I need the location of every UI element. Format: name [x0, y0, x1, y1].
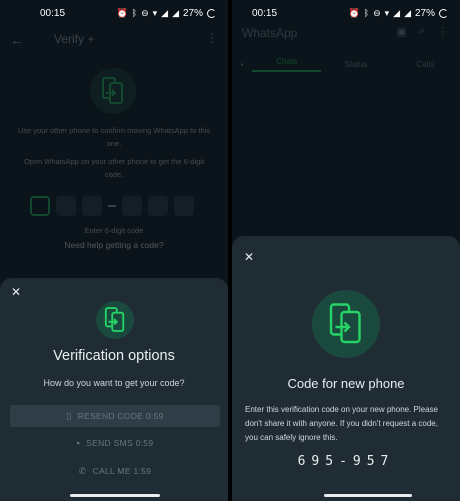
help-link[interactable]: Need help getting a code? — [14, 239, 214, 252]
verification-code: 695-957 — [297, 454, 395, 469]
bluetooth-icon: ᛒ — [363, 7, 370, 18]
sheet-title: Code for new phone — [287, 376, 405, 391]
tab-bar: ▪ Chats Status Calls — [232, 52, 460, 76]
camera-icon[interactable]: ▣ — [396, 25, 406, 38]
dnd-icon: ⊖ — [141, 7, 149, 18]
signal-icon: ◢ — [404, 7, 411, 18]
more-options-icon[interactable]: ⋮ — [437, 25, 448, 38]
send-sms-button[interactable]: ▪ SEND SMS 0:59 — [10, 432, 220, 454]
code-digit-box[interactable] — [56, 196, 76, 216]
phone-icon: ✆ — [78, 465, 87, 476]
left-screen: 00:15 ⏰ ᛒ ⊖ ▾ ◢ ◢ 27% ← Verify + ⋮ Use y… — [0, 0, 228, 501]
code-digit-box[interactable] — [122, 196, 142, 216]
page-title: Verify + — [54, 32, 95, 46]
option-label: CALL ME 1:59 — [92, 466, 152, 476]
sheet-title: Verification options — [53, 348, 175, 364]
alarm-icon: ⏰ — [348, 7, 360, 18]
tab-calls[interactable]: Calls — [391, 60, 460, 69]
close-icon[interactable]: ✕ — [11, 285, 21, 299]
phone-transfer-icon — [312, 290, 380, 358]
status-time: 00:15 — [252, 7, 278, 19]
signal-icon: ◢ — [172, 7, 179, 18]
signal-icon: ◢ — [161, 7, 169, 18]
code-separator — [108, 205, 116, 207]
code-hint: Enter 6-digit code — [84, 226, 144, 235]
code-digit-box[interactable] — [174, 196, 194, 216]
app-title: WhatsApp — [242, 26, 298, 40]
phone-transfer-icon — [96, 301, 134, 339]
verification-options-sheet: ✕ Verification options How do you want t… — [0, 278, 228, 501]
instruction-text: Use your other phone to confirm moving W… — [17, 126, 211, 148]
right-screen: 00:15 ⏰ ᛒ ⊖ ▾ ◢ ◢ 27% WhatsApp ▣ ⌕ ⋮ ▪ C… — [232, 0, 460, 501]
gesture-bar — [324, 494, 412, 497]
status-time: 00:15 — [40, 7, 66, 19]
phone-transfer-icon — [90, 68, 136, 114]
alarm-icon: ⏰ — [116, 7, 128, 18]
bluetooth-icon: ᛒ — [131, 7, 138, 18]
search-icon[interactable]: ⌕ — [419, 25, 425, 38]
message-icon: ▪ — [76, 438, 81, 448]
option-label: RESEND CODE 0:59 — [77, 411, 164, 421]
camera-tab-icon[interactable]: ▪ — [232, 60, 252, 69]
battery-percent: 27% — [414, 7, 435, 19]
code-digit-box[interactable] — [148, 196, 168, 216]
wifi-icon: ▾ — [384, 7, 390, 18]
call-me-button[interactable]: ✆ CALL ME 1:59 — [10, 460, 220, 482]
battery-percent: 27% — [182, 7, 203, 19]
status-bar: 00:15 ⏰ ᛒ ⊖ ▾ ◢ ◢ 27% — [232, 0, 460, 26]
battery-icon — [439, 8, 448, 18]
sheet-body-text: Enter this verification code on your new… — [245, 405, 439, 442]
battery-icon — [207, 8, 216, 18]
back-arrow-icon[interactable]: ← — [10, 32, 24, 48]
close-icon[interactable]: ✕ — [244, 250, 254, 264]
wifi-icon: ▾ — [152, 7, 158, 18]
tab-status[interactable]: Status — [321, 60, 390, 69]
code-digit-box[interactable] — [30, 196, 50, 216]
status-bar: 00:15 ⏰ ᛒ ⊖ ▾ ◢ ◢ 27% — [0, 0, 228, 26]
tab-chats[interactable]: Chats — [252, 57, 322, 72]
dnd-icon: ⊖ — [373, 7, 381, 18]
code-digit-box[interactable] — [82, 196, 102, 216]
phone-transfer-icon: ▯ — [66, 410, 72, 421]
more-options-icon[interactable]: ⋮ — [206, 31, 218, 45]
sheet-subtitle: How do you want to get your code? — [43, 378, 185, 388]
resend-code-button[interactable]: ▯ RESEND CODE 0:59 — [10, 405, 220, 427]
option-label: SEND SMS 0:59 — [86, 438, 154, 448]
instruction-text-2: Open WhatsApp on your other phone to get… — [23, 157, 205, 179]
code-input[interactable] — [30, 196, 194, 216]
signal-icon: ◢ — [393, 7, 401, 18]
gesture-bar — [70, 494, 160, 497]
